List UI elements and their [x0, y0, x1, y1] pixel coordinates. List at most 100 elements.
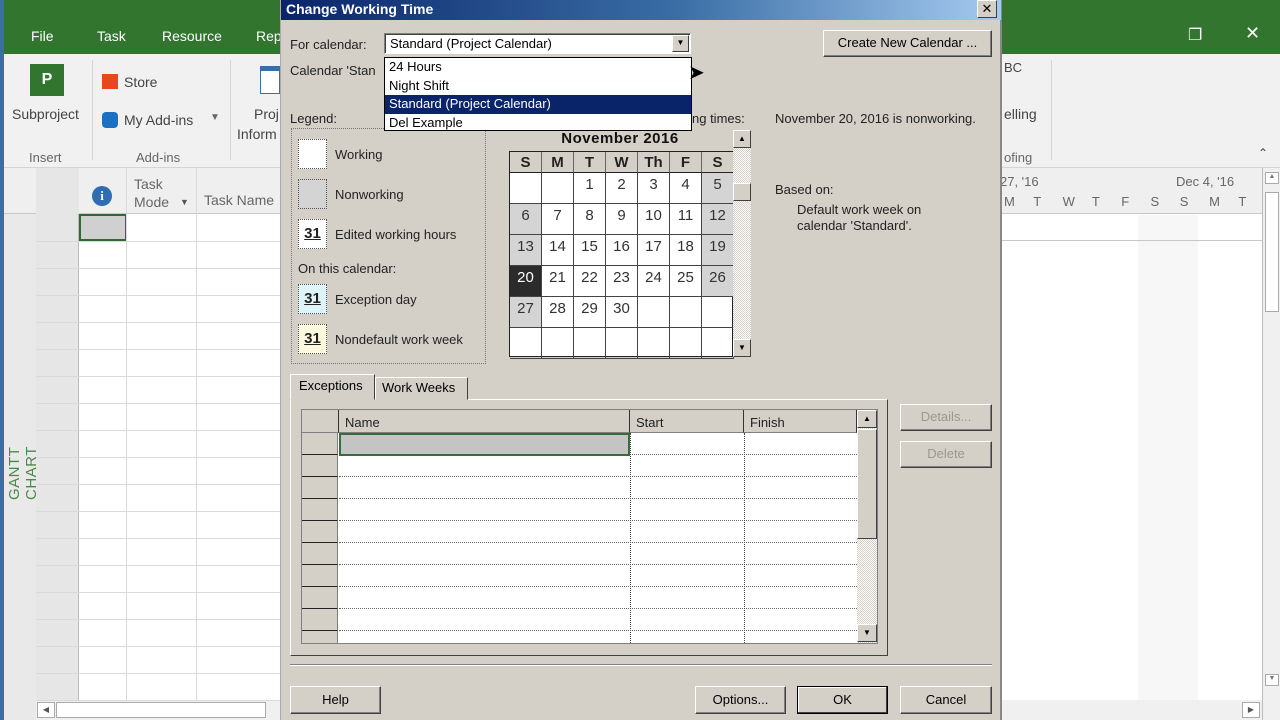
calendar-day[interactable]: [542, 328, 574, 359]
calendar-day[interactable]: [638, 297, 670, 328]
horizontal-scrollbar[interactable]: ◀: [36, 700, 280, 720]
weekday-header[interactable]: S: [510, 152, 542, 173]
calendar-option[interactable]: Del Example: [385, 114, 691, 133]
calendar-day[interactable]: 11: [670, 204, 702, 235]
calendar-day[interactable]: 13: [510, 235, 542, 266]
tab-exceptions[interactable]: Exceptions: [290, 374, 375, 400]
horizontal-scrollbar-right[interactable]: ▶: [1000, 700, 1262, 720]
task-mode-header[interactable]: Task: [134, 176, 163, 192]
table-row[interactable]: [339, 631, 857, 643]
calendar-day[interactable]: 18: [670, 235, 702, 266]
calendar-day[interactable]: 19: [702, 235, 734, 266]
calendar-day[interactable]: 3: [638, 173, 670, 204]
calendar-day[interactable]: [670, 328, 702, 359]
calendar-day[interactable]: 24: [638, 266, 670, 297]
store-button[interactable]: Store: [124, 74, 157, 90]
row-header[interactable]: [302, 587, 338, 609]
calendar-select[interactable]: Standard (Project Calendar) ▼: [384, 33, 691, 54]
scroll-up-icon[interactable]: ▲: [1265, 172, 1279, 184]
scroll-up-icon[interactable]: ▲: [857, 410, 877, 428]
weekday-header[interactable]: W: [606, 152, 638, 173]
calendar-day-selected[interactable]: 20: [510, 266, 542, 297]
chevron-down-icon[interactable]: ▼: [672, 35, 689, 52]
column-header-start[interactable]: Start: [630, 410, 744, 433]
vertical-scrollbar[interactable]: ▲ ▼: [1262, 168, 1280, 720]
calendar-day[interactable]: [606, 328, 638, 359]
row-header[interactable]: [302, 499, 338, 521]
weekday-header[interactable]: M: [542, 152, 574, 173]
calendar-day[interactable]: 28: [542, 297, 574, 328]
row-header[interactable]: [302, 609, 338, 631]
close-app-icon[interactable]: ✕: [1245, 23, 1260, 44]
calendar-option[interactable]: Night Shift: [385, 77, 691, 96]
calendar-scrollbar[interactable]: ▲ ▼: [733, 130, 751, 357]
selected-cell[interactable]: [79, 214, 127, 241]
calendar-day[interactable]: 30: [606, 297, 638, 328]
calendar-day[interactable]: 10: [638, 204, 670, 235]
row-header[interactable]: [302, 631, 338, 643]
calendar-day[interactable]: 6: [510, 204, 542, 235]
spelling-button[interactable]: elling: [1004, 106, 1037, 122]
select-all-corner[interactable]: [36, 168, 79, 214]
calendar-day[interactable]: 25: [670, 266, 702, 297]
project-info-label-2[interactable]: Inform: [237, 126, 277, 142]
calendar-day[interactable]: 21: [542, 266, 574, 297]
task-mode-header-2[interactable]: Mode: [134, 194, 169, 210]
tab-resource[interactable]: Resource: [162, 28, 222, 44]
table-row[interactable]: [339, 543, 857, 565]
tab-file[interactable]: File: [31, 28, 54, 44]
row-header[interactable]: [302, 521, 338, 543]
table-row[interactable]: [339, 609, 857, 631]
project-info-label[interactable]: Proj: [254, 106, 279, 122]
calendar-day[interactable]: 4: [670, 173, 702, 204]
tab-report[interactable]: Rep: [256, 28, 282, 44]
collapse-ribbon-icon[interactable]: ⌃: [1258, 146, 1268, 160]
help-button[interactable]: Help: [290, 686, 381, 714]
calendar-day[interactable]: [638, 328, 670, 359]
weekday-header[interactable]: S: [702, 152, 734, 173]
calendar-day[interactable]: [542, 173, 574, 204]
calendar-day[interactable]: [702, 328, 734, 359]
weekday-header[interactable]: T: [574, 152, 606, 173]
delete-button[interactable]: Delete: [900, 441, 992, 468]
column-header-name[interactable]: Name: [339, 410, 630, 433]
row-header[interactable]: [302, 543, 338, 565]
scroll-thumb[interactable]: [1265, 192, 1279, 312]
table-row[interactable]: [339, 499, 857, 521]
calendar-day[interactable]: [574, 328, 606, 359]
calendar-day[interactable]: 1: [574, 173, 606, 204]
scroll-thumb[interactable]: [56, 702, 266, 718]
scroll-up-icon[interactable]: ▲: [733, 130, 751, 148]
my-addins-button[interactable]: My Add-ins: [124, 112, 193, 128]
calendar-day[interactable]: 7: [542, 204, 574, 235]
scroll-down-icon[interactable]: ▼: [733, 339, 751, 357]
weekday-header[interactable]: Th: [638, 152, 670, 173]
task-name-header[interactable]: Task Name: [204, 192, 274, 208]
table-row[interactable]: [339, 521, 857, 543]
scroll-down-icon[interactable]: ▼: [857, 624, 877, 642]
calendar-day[interactable]: 22: [574, 266, 606, 297]
calendar-day[interactable]: 5: [702, 173, 734, 204]
scroll-thumb[interactable]: [857, 429, 877, 539]
calendar-day[interactable]: 12: [702, 204, 734, 235]
table-row[interactable]: [339, 565, 857, 587]
calendar-day[interactable]: 14: [542, 235, 574, 266]
calendar-day[interactable]: 17: [638, 235, 670, 266]
calendar-day[interactable]: 9: [606, 204, 638, 235]
options-button[interactable]: Options...: [695, 686, 786, 714]
cancel-button[interactable]: Cancel: [900, 686, 992, 714]
calendar-day[interactable]: 16: [606, 235, 638, 266]
details-button[interactable]: Details...: [900, 404, 992, 431]
scroll-left-icon[interactable]: ◀: [37, 702, 55, 718]
row-header[interactable]: [302, 455, 338, 477]
tab-task[interactable]: Task: [97, 28, 126, 44]
row-header[interactable]: [302, 433, 338, 455]
calendar-day[interactable]: 26: [702, 266, 734, 297]
scroll-down-icon[interactable]: ▼: [1265, 674, 1279, 686]
restore-icon[interactable]: ❐: [1188, 25, 1202, 45]
calendar-day[interactable]: 27: [510, 297, 542, 328]
calendar-day[interactable]: 29: [574, 297, 606, 328]
calendar-day[interactable]: 8: [574, 204, 606, 235]
ok-button[interactable]: OK: [797, 686, 888, 714]
calendar-option-selected[interactable]: Standard (Project Calendar): [385, 95, 691, 114]
